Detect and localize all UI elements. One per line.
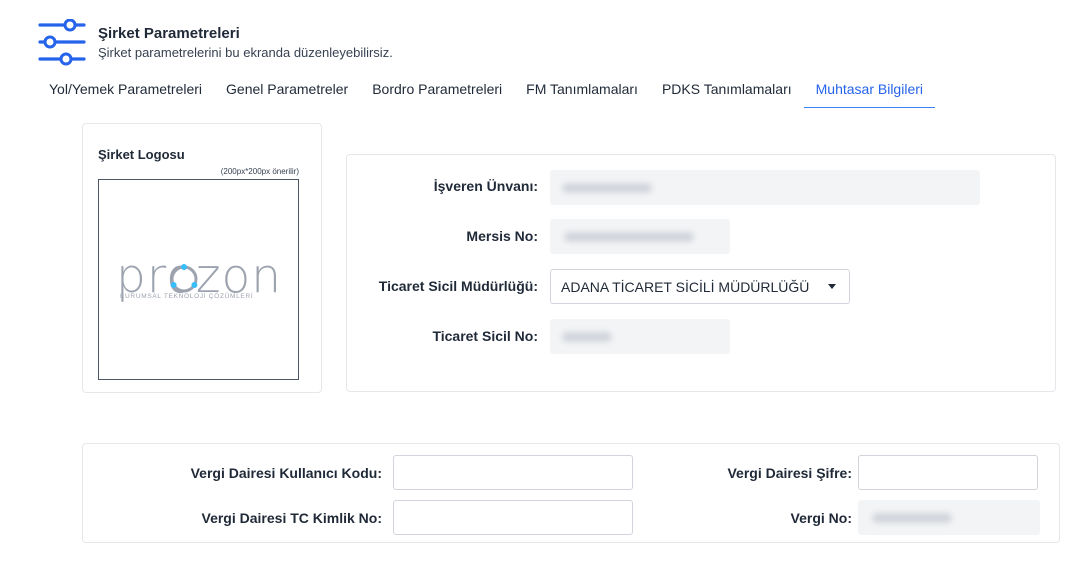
- tax-tc-label: Vergi Dairesi TC Kimlik No:: [201, 510, 383, 526]
- tax-password-label: Vergi Dairesi Şifre:: [727, 465, 852, 481]
- tab-fm-tanimlamalari[interactable]: FM Tanımlamaları: [514, 73, 650, 108]
- logo-title: Şirket Logosu: [98, 147, 185, 162]
- tab-bordro-parametreleri[interactable]: Bordro Parametreleri: [360, 73, 514, 108]
- mersis-label: Mersis No:: [466, 228, 538, 244]
- registry-office-label: Ticaret Sicil Müdürlüğü:: [378, 278, 538, 294]
- tax-office-card: Vergi Dairesi Kullanıcı Kodu: Vergi Dair…: [82, 443, 1060, 543]
- registry-office-value: ADANA TİCARET SİCİLİ MÜDÜRLÜĞÜ: [561, 278, 810, 295]
- company-info-card: İşveren Ünvanı: Mersis No: Ticaret Sicil…: [346, 154, 1056, 392]
- tax-no-field[interactable]: [858, 500, 1040, 535]
- mersis-field[interactable]: [550, 219, 730, 254]
- tab-genel-parametreler[interactable]: Genel Parametreler: [214, 73, 360, 108]
- tab-yol-yemek[interactable]: Yol/Yemek Parametreleri: [37, 73, 214, 108]
- logo-size-hint: (200px*200px önerilir): [220, 167, 299, 176]
- registry-no-field[interactable]: [550, 319, 730, 354]
- chevron-down-icon: [828, 284, 836, 289]
- tax-username-input[interactable]: [393, 455, 633, 490]
- page-subtitle: Şirket parametrelerini bu ekranda düzenl…: [98, 45, 393, 60]
- logo-circle-mark: [170, 264, 198, 293]
- sliders-icon: [38, 19, 86, 66]
- registry-office-select[interactable]: ADANA TİCARET SİCİLİ MÜDÜRLÜĞÜ: [550, 269, 850, 304]
- company-logo-card: Şirket Logosu (200px*200px önerilir) pro…: [82, 123, 322, 393]
- tax-password-input[interactable]: [858, 455, 1038, 490]
- page-title: Şirket Parametreleri: [98, 25, 240, 42]
- logo-upload-box[interactable]: prozon KURUMSAL TEKNOLOJİ ÇÖZÜMLERİ: [98, 179, 299, 380]
- employer-title-label: İşveren Ünvanı:: [433, 178, 538, 194]
- tax-tc-input[interactable]: [393, 500, 633, 535]
- tab-muhtasar-bilgileri[interactable]: Muhtasar Bilgileri: [803, 73, 935, 108]
- tax-username-label: Vergi Dairesi Kullanıcı Kodu:: [190, 465, 382, 481]
- tab-pdks-tanimlamalari[interactable]: PDKS Tanımlamaları: [650, 73, 804, 108]
- employer-title-field[interactable]: [550, 170, 980, 205]
- logo-tagline: KURUMSAL TEKNOLOJİ ÇÖZÜMLERİ: [120, 293, 254, 300]
- page-header: Şirket Parametreleri Şirket parametreler…: [36, 19, 393, 71]
- tab-bar: Yol/Yemek Parametreleri Genel Parametrel…: [37, 73, 935, 108]
- tax-no-label: Vergi No:: [790, 510, 852, 526]
- registry-no-label: Ticaret Sicil No:: [432, 328, 538, 344]
